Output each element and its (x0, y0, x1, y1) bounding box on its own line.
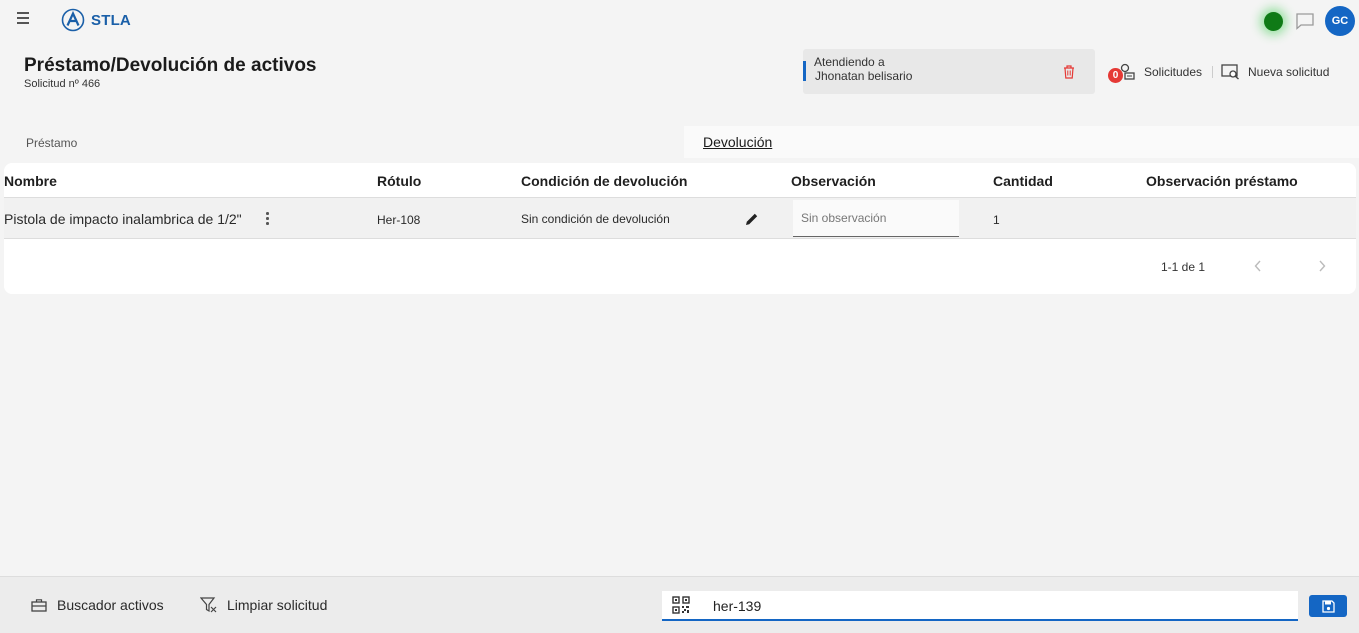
attending-label: Atendiendo a (814, 55, 885, 69)
attending-accent-bar (803, 61, 806, 81)
return-condition: Sin condición de devolución (521, 212, 670, 226)
user-avatar[interactable]: GC (1325, 6, 1355, 36)
clear-request-label: Limpiar solicitud (227, 597, 328, 613)
requests-count-badge: 0 (1108, 68, 1123, 83)
stla-logo-icon (61, 8, 85, 32)
column-header-condicion[interactable]: Condición de devolución (521, 173, 687, 189)
bottom-toolbar: Buscador activos Limpiar solicitud (0, 576, 1359, 633)
requests-button[interactable]: Solicitudes (1144, 65, 1202, 79)
chevron-right-icon[interactable] (1317, 259, 1327, 273)
delete-icon[interactable] (1062, 64, 1076, 79)
save-button[interactable] (1309, 595, 1347, 617)
clear-request-button[interactable]: Limpiar solicitud (200, 597, 327, 613)
save-icon (1321, 599, 1335, 613)
page-title: Préstamo/Devolución de activos (24, 55, 317, 76)
asset-name: Pistola de impacto inalambrica de 1/2" (4, 211, 242, 227)
tab-prestamo[interactable]: Préstamo (26, 136, 77, 150)
observation-input[interactable] (793, 200, 959, 237)
brand-name: STLA (91, 12, 131, 29)
table-row: Pistola de impacto inalambrica de 1/2" H… (4, 198, 1356, 238)
column-header-observacion-prestamo[interactable]: Observación préstamo (1146, 173, 1298, 189)
asset-search-button[interactable]: Buscador activos (31, 597, 164, 613)
attending-panel: Atendiendo a Jhonatan belisario (803, 49, 1095, 94)
scan-field[interactable] (662, 591, 1298, 621)
column-header-observacion[interactable]: Observación (791, 173, 876, 189)
qr-code-icon[interactable] (672, 596, 690, 614)
chat-icon[interactable] (1295, 12, 1315, 30)
column-header-nombre[interactable]: Nombre (4, 173, 57, 189)
filter-off-icon (200, 597, 217, 613)
column-header-rotulo[interactable]: Rótulo (377, 173, 421, 189)
attending-name: Jhonatan belisario (815, 69, 913, 83)
quantity: 1 (993, 213, 1000, 227)
new-request-button[interactable]: Nueva solicitud (1248, 65, 1329, 79)
pagination-range: 1-1 de 1 (1161, 260, 1206, 274)
row-divider (4, 238, 1356, 239)
column-header-cantidad[interactable]: Cantidad (993, 173, 1053, 189)
divider (1212, 66, 1213, 78)
tab-devolucion-background (684, 126, 1359, 158)
tab-devolucion[interactable]: Devolución (703, 134, 772, 150)
edit-icon[interactable] (744, 211, 760, 227)
assets-table: Nombre Rótulo Condición de devolución Ob… (4, 163, 1356, 294)
briefcase-icon (31, 599, 47, 612)
request-number: Solicitud nº 466 (24, 78, 101, 90)
asset-label: Her-108 (377, 213, 421, 227)
chevron-left-icon[interactable] (1253, 259, 1263, 273)
connection-status-indicator (1264, 12, 1283, 31)
scan-input[interactable] (711, 594, 1285, 618)
new-request-icon[interactable] (1221, 64, 1240, 80)
menu-icon[interactable] (14, 12, 32, 26)
asset-search-label: Buscador activos (57, 597, 164, 613)
more-options-icon[interactable] (266, 212, 270, 226)
